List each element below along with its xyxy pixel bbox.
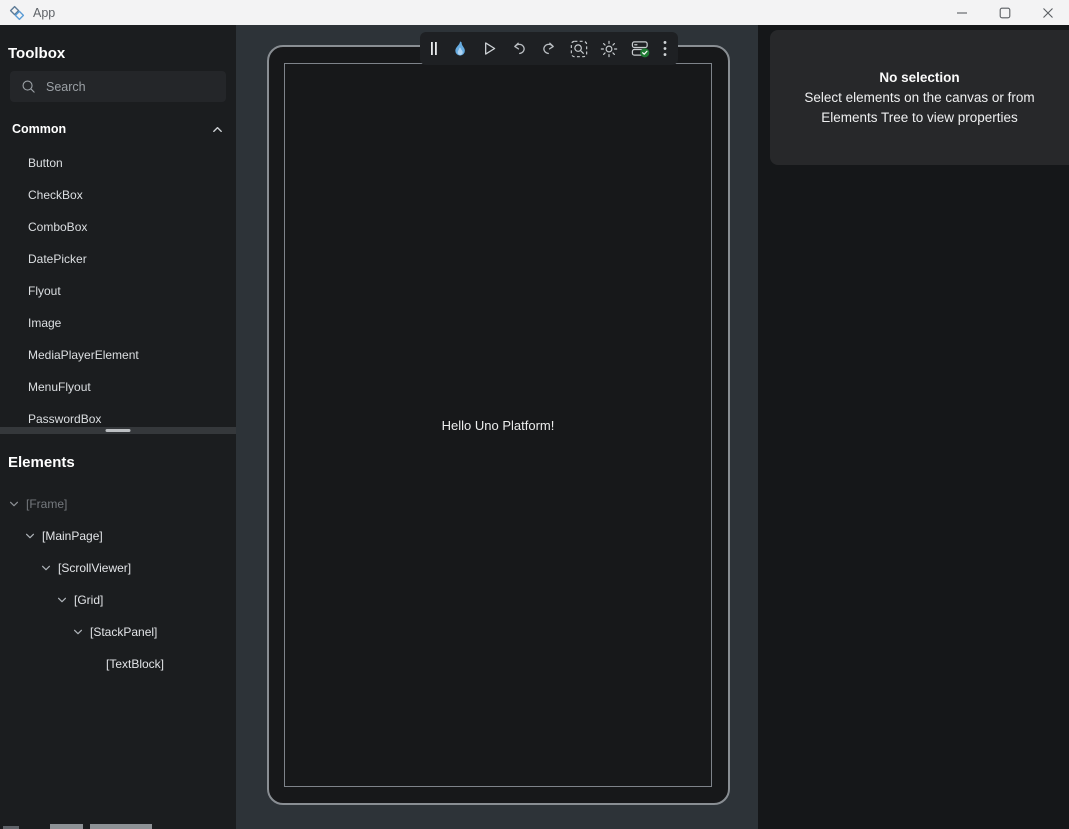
play-button[interactable] [481,40,498,57]
title-bar: App [0,0,1069,25]
kebab-menu-icon [662,40,668,57]
inspect-element-button[interactable] [570,40,588,58]
maximize-icon [999,7,1011,19]
panel-splitter[interactable] [0,427,236,434]
no-selection-message-line2: Elements Tree to view properties [821,108,1018,129]
undo-icon [511,40,528,57]
window-title: App [33,6,55,20]
tree-item-stackpanel[interactable]: [StackPanel] [0,616,236,648]
toolbox-panel: Toolbox Common Button CheckBox [0,25,236,427]
device-screen[interactable]: Hello Uno Platform! [284,63,712,787]
toolbox-item-passwordbox[interactable]: PasswordBox [0,403,236,427]
undo-button[interactable] [511,40,528,57]
toolbox-item-datepicker[interactable]: DatePicker [0,243,236,275]
toolbar-drag-handle[interactable] [430,41,438,56]
splitter-grip-handle[interactable] [106,429,131,432]
close-button[interactable] [1026,0,1069,25]
hello-textblock[interactable]: Hello Uno Platform! [442,418,555,433]
toolbox-section-common[interactable]: Common [12,117,224,141]
search-icon [21,79,36,94]
chevron-down-icon[interactable] [8,498,20,510]
uno-platform-logo-icon [9,5,25,21]
sun-icon [600,40,618,58]
play-icon [481,40,498,57]
tree-item-grid[interactable]: [Grid] [0,584,236,616]
changes-applied-icon [631,39,650,58]
tree-item-mainpage[interactable]: [MainPage] [0,520,236,552]
toolbox-item-mediaplayerelement[interactable]: MediaPlayerElement [0,339,236,371]
toolbox-item-flyout[interactable]: Flyout [0,275,236,307]
design-canvas[interactable]: Hello Uno Platform! [236,25,758,829]
flame-icon [451,40,469,58]
properties-panel: No selection Select elements on the canv… [758,25,1069,829]
more-options-button[interactable] [662,40,668,57]
tree-item-textblock[interactable]: [TextBlock] [0,648,236,680]
chevron-down-icon[interactable] [72,626,84,638]
search-input[interactable] [46,80,215,94]
maximize-button[interactable] [983,0,1026,25]
toolbox-item-menuflyout[interactable]: MenuFlyout [0,371,236,403]
toolbox-item-image[interactable]: Image [0,307,236,339]
hot-design-button[interactable] [451,40,469,58]
minimize-button[interactable] [940,0,983,25]
toolbox-item-combobox[interactable]: ComboBox [0,211,236,243]
redo-button[interactable] [540,40,557,57]
chevron-up-icon[interactable] [211,123,224,136]
inspect-element-icon [570,40,588,58]
changes-applied-button[interactable] [631,39,650,58]
elements-title: Elements [8,455,236,471]
close-icon [1042,7,1054,19]
tree-item-scrollviewer[interactable]: [ScrollViewer] [0,552,236,584]
chevron-down-icon[interactable] [40,562,52,574]
no-selection-title: No selection [879,67,959,88]
chevron-down-icon[interactable] [56,594,68,606]
redo-icon [540,40,557,57]
no-selection-card: No selection Select elements on the canv… [770,30,1069,165]
theme-toggle-button[interactable] [600,40,618,58]
app-window: App Toolbox [0,0,1069,829]
tree-item-frame[interactable]: [Frame] [0,488,236,520]
chevron-down-icon[interactable] [24,530,36,542]
toolbox-item-list: Button CheckBox ComboBox DatePicker Flyo… [0,147,236,427]
window-controls [940,0,1069,25]
common-section-label: Common [12,122,66,136]
elements-tree: [Frame] [MainPage] [ScrollViewer] [Grid] [0,488,236,680]
toolbox-search[interactable] [10,71,226,102]
device-frame: Hello Uno Platform! [267,45,730,805]
no-selection-message-line1: Select elements on the canvas or from [804,88,1034,109]
toolbox-item-button[interactable]: Button [0,147,236,179]
left-sidebar: Toolbox Common Button CheckBox [0,25,236,829]
elements-panel: Elements [Frame] [MainPage] [ScrollViewe… [0,434,236,829]
toolbox-title: Toolbox [8,46,236,62]
main-area: Toolbox Common Button CheckBox [0,25,1069,829]
toolbox-item-checkbox[interactable]: CheckBox [0,179,236,211]
hot-design-toolbar [420,32,678,65]
minimize-icon [956,7,968,19]
